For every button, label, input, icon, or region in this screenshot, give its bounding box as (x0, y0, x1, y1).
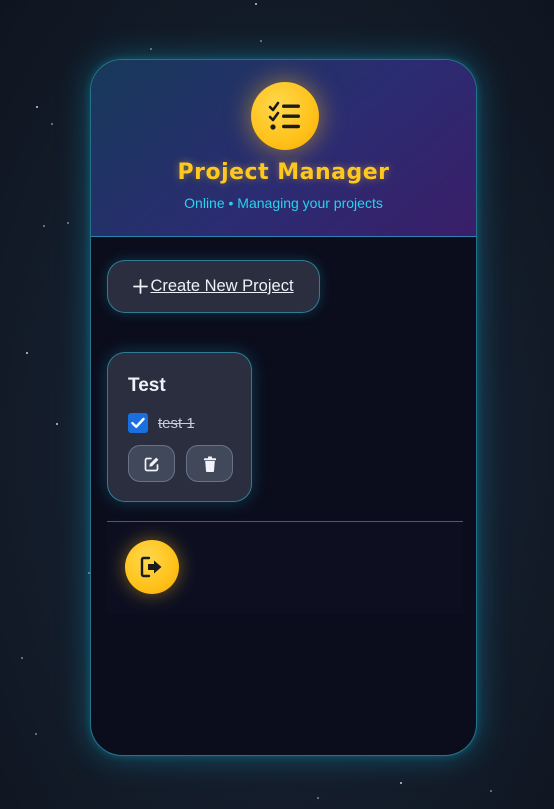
plus-icon (133, 279, 149, 294)
star (35, 733, 37, 735)
star (26, 352, 28, 354)
task-label: test 1 (158, 414, 195, 432)
card-header: Project Manager Online • Managing your p… (91, 60, 476, 237)
project-manager-card: Project Manager Online • Managing your p… (90, 59, 477, 756)
star (56, 423, 58, 425)
app-logo (251, 82, 319, 150)
trash-icon (203, 456, 216, 472)
logout-button[interactable] (125, 540, 179, 594)
edit-project-button[interactable] (128, 445, 175, 482)
star (36, 106, 38, 108)
task-list-icon (268, 101, 300, 130)
star (150, 48, 152, 50)
star (400, 782, 402, 784)
task-checkbox[interactable] (128, 413, 148, 433)
create-project-label: Create New Project (150, 277, 294, 295)
app-subtitle: Online • Managing your projects (184, 195, 383, 211)
star (67, 222, 69, 224)
app-title: Project Manager (177, 160, 390, 185)
star (255, 3, 257, 5)
create-project-button[interactable]: Create New Project (107, 260, 320, 313)
task-item: test 1 (128, 413, 195, 433)
logout-icon (140, 556, 162, 578)
project-title: Test (128, 375, 166, 396)
star (43, 225, 45, 227)
star (317, 797, 319, 799)
checkmark-icon (131, 417, 145, 428)
star (260, 40, 262, 42)
star (51, 123, 53, 125)
star (490, 790, 492, 792)
project-card: Test test 1 (107, 352, 252, 502)
edit-icon (144, 457, 158, 471)
delete-project-button[interactable] (186, 445, 233, 482)
star (21, 657, 23, 659)
